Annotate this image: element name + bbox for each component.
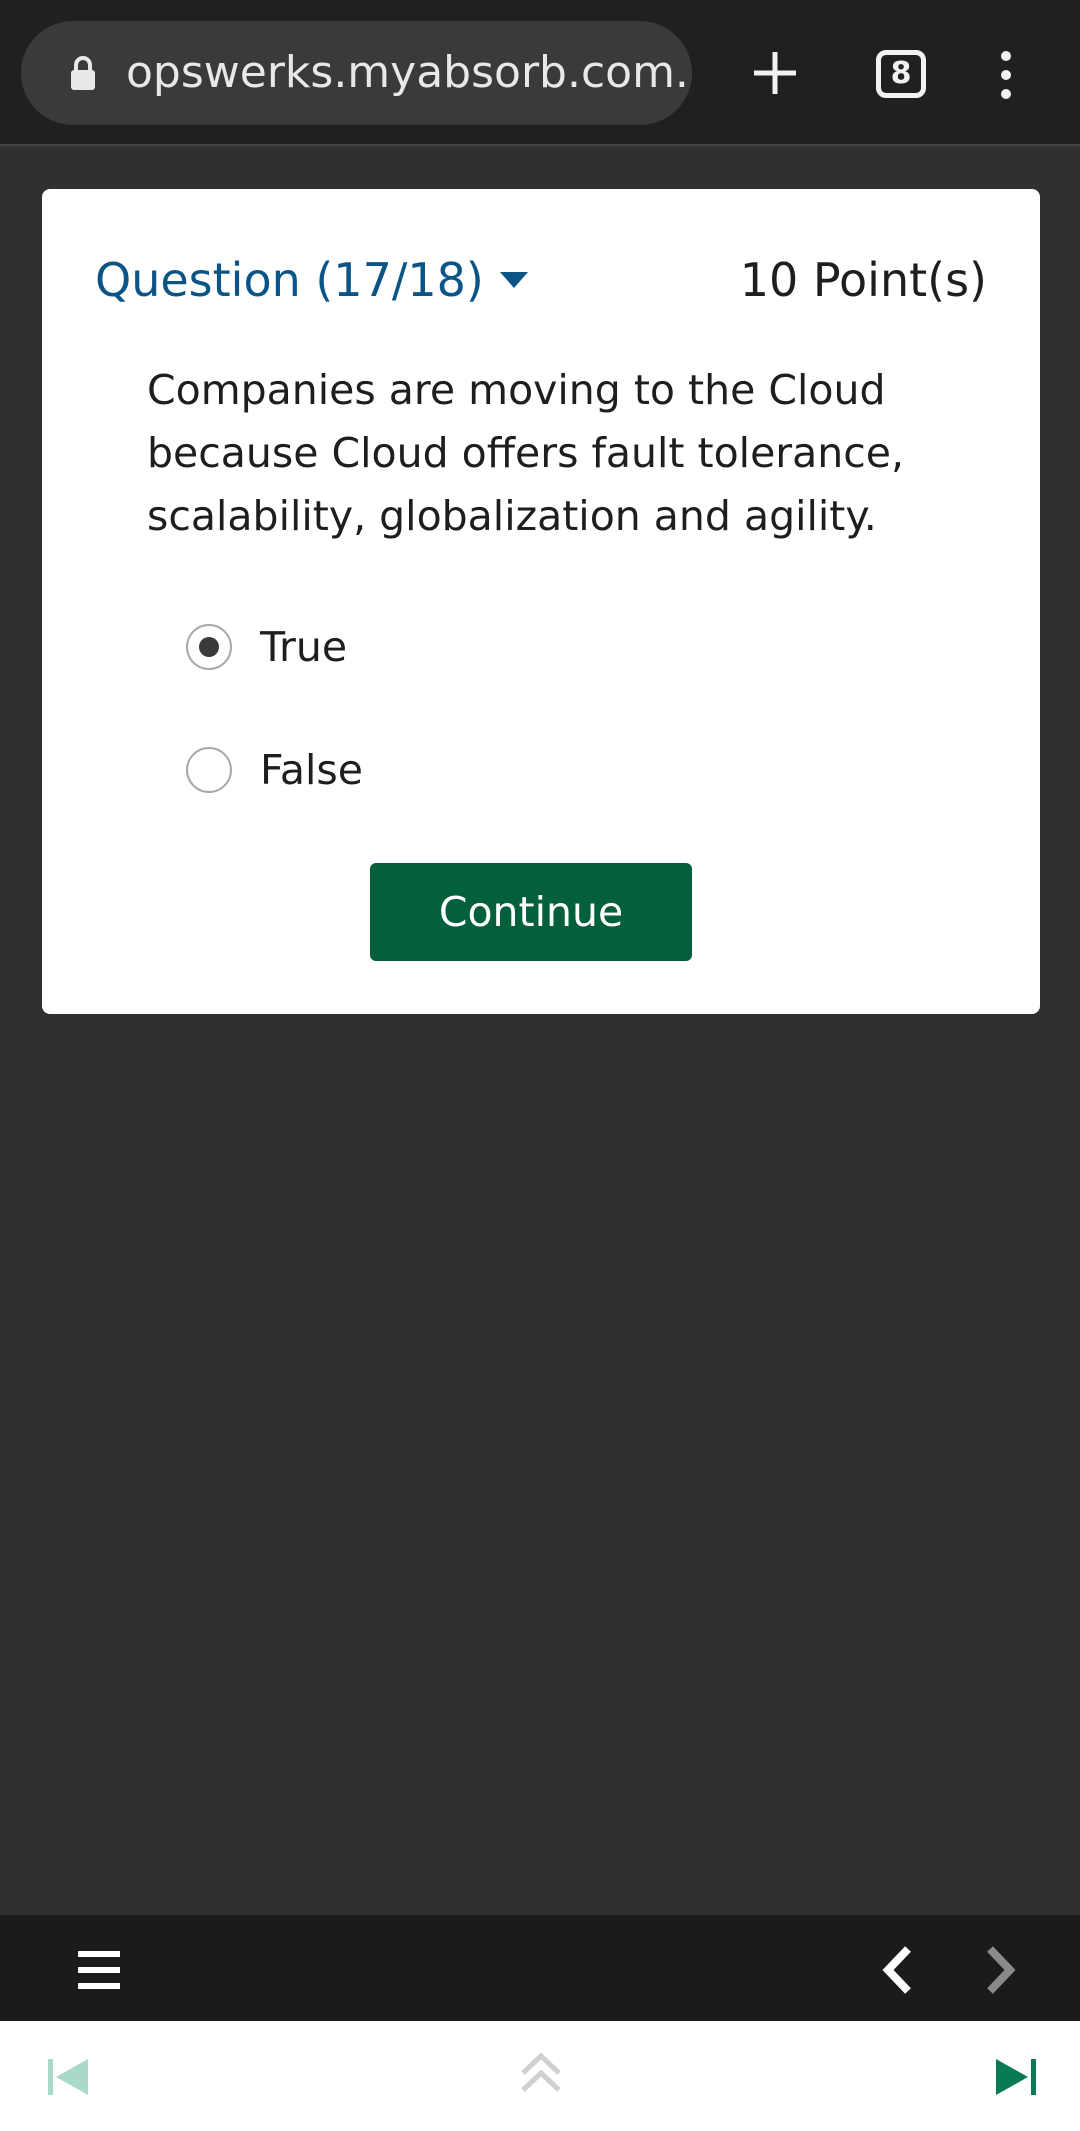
option-true[interactable]: True [186, 612, 347, 682]
tabs-icon[interactable]: 8 [876, 50, 926, 98]
question-text: Companies are moving to the Cloud becaus… [147, 366, 905, 540]
radio-false[interactable] [186, 747, 232, 793]
option-label-true[interactable]: True [260, 623, 347, 671]
skip-forward-icon[interactable] [996, 2059, 1036, 2095]
option-false[interactable]: False [186, 735, 363, 805]
hamburger-icon[interactable] [78, 1951, 120, 1989]
url-text[interactable]: opswerks.myabsorb.com.au [126, 21, 692, 125]
question-points: 10 Point(s) [739, 253, 987, 307]
browser-toolbar: opswerks.myabsorb.com.au 8 [0, 0, 1080, 146]
bottom-toolbar [0, 2021, 1080, 2131]
lock-icon [71, 56, 95, 90]
address-bar[interactable]: opswerks.myabsorb.com.au [21, 21, 692, 125]
caret-down-icon[interactable] [499, 272, 528, 288]
question-card: Question (17/18) 10 Point(s) Companies a… [42, 189, 1040, 1014]
double-chevron-up-icon[interactable] [520, 2053, 562, 2093]
question-selector[interactable]: Question (17/18) [95, 245, 528, 315]
menu-dots-icon[interactable] [996, 50, 1016, 100]
chevron-left-icon[interactable] [880, 1945, 914, 1995]
tab-count: 8 [890, 56, 912, 91]
continue-button[interactable]: Continue [370, 863, 692, 961]
skip-back-icon[interactable] [48, 2059, 88, 2095]
plus-icon[interactable] [752, 50, 798, 96]
option-label-false[interactable]: False [260, 746, 363, 794]
radio-true[interactable] [186, 624, 232, 670]
question-number[interactable]: Question (17/18) [95, 253, 484, 307]
chevron-right-icon[interactable] [984, 1945, 1018, 1995]
lesson-nav-bar [0, 1915, 1080, 2021]
